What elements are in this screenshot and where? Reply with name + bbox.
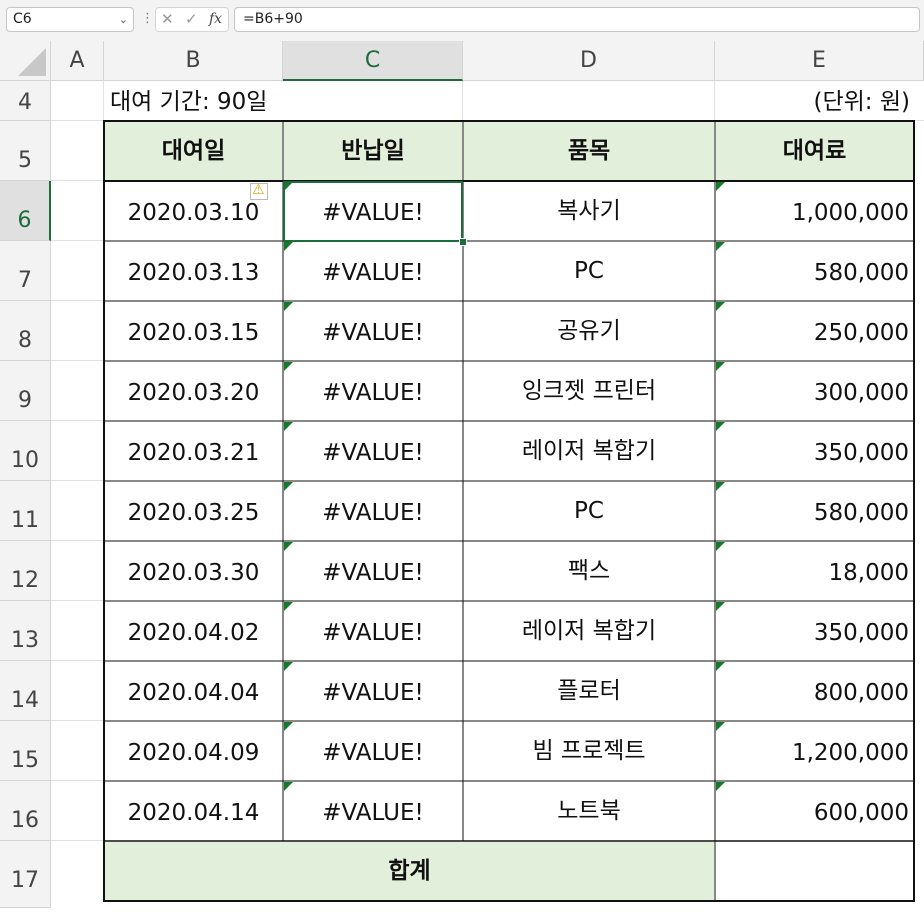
- error-indicator-icon: [716, 422, 725, 431]
- cell-item[interactable]: PC: [464, 242, 714, 301]
- fill-handle[interactable]: [459, 238, 467, 246]
- cell-return-date[interactable]: #VALUE!: [284, 242, 462, 301]
- error-indicator-icon: [284, 722, 293, 731]
- cell-return-date[interactable]: #VALUE!: [284, 302, 462, 361]
- cell-rent-date[interactable]: 2020.04.09: [105, 722, 282, 781]
- error-indicator-icon: [716, 482, 725, 491]
- cell-rent-date[interactable]: 2020.04.14: [105, 782, 282, 841]
- error-indicator-icon: [284, 362, 293, 371]
- error-warning-button[interactable]: ⚠: [250, 182, 268, 200]
- error-indicator-icon: [716, 662, 725, 671]
- cell-fee[interactable]: 350,000: [716, 602, 913, 661]
- cell-rent-date[interactable]: 2020.03.30: [105, 542, 282, 601]
- error-indicator-icon: [284, 242, 293, 251]
- error-indicator-icon: [716, 602, 725, 611]
- cell-fee[interactable]: 1,200,000: [716, 722, 913, 781]
- total-label[interactable]: 합계: [105, 842, 714, 900]
- warning-icon: ⚠: [252, 182, 265, 198]
- cell-rent-date[interactable]: 2020.03.20: [105, 362, 282, 421]
- error-indicator-icon: [284, 662, 293, 671]
- cell-fee[interactable]: 580,000: [716, 242, 913, 301]
- cell-item[interactable]: 공유기: [464, 302, 714, 361]
- error-indicator-icon: [284, 422, 293, 431]
- error-indicator-icon: [716, 362, 725, 371]
- cell-return-date[interactable]: #VALUE!: [284, 422, 462, 481]
- error-indicator-icon: [716, 722, 725, 731]
- error-indicator-icon: [284, 782, 293, 791]
- error-indicator-icon: [716, 542, 725, 551]
- cell-return-date[interactable]: #VALUE!: [284, 602, 462, 661]
- cell-fee[interactable]: 1,000,000: [716, 182, 913, 241]
- header-rent-date[interactable]: 대여일: [105, 122, 282, 180]
- total-value[interactable]: [716, 842, 913, 900]
- error-indicator-icon: [284, 482, 293, 491]
- cell-item[interactable]: 팩스: [464, 542, 714, 601]
- header-return-date[interactable]: 반납일: [284, 122, 462, 180]
- cell-return-date[interactable]: #VALUE!: [284, 542, 462, 601]
- cell-fee[interactable]: 300,000: [716, 362, 913, 421]
- cell-item[interactable]: 플로터: [464, 662, 714, 721]
- cell-item[interactable]: PC: [464, 482, 714, 541]
- error-indicator-icon: [284, 542, 293, 551]
- cell-item[interactable]: 레이저 복합기: [464, 602, 714, 661]
- cell-return-date[interactable]: #VALUE!: [284, 722, 462, 781]
- cell-item[interactable]: 레이저 복합기: [464, 422, 714, 481]
- cell-item[interactable]: 잉크젯 프린터: [464, 362, 714, 421]
- error-indicator-icon: [716, 302, 725, 311]
- active-cell-selection: [283, 181, 463, 242]
- cell-rent-date[interactable]: 2020.03.21: [105, 422, 282, 481]
- error-indicator-icon: [284, 602, 293, 611]
- cell-rent-date[interactable]: 2020.03.25: [105, 482, 282, 541]
- cell-item[interactable]: 노트북: [464, 782, 714, 841]
- cell-item[interactable]: 복사기: [464, 182, 714, 241]
- cell-return-date[interactable]: #VALUE!: [284, 482, 462, 541]
- cell-rent-date[interactable]: 2020.04.04: [105, 662, 282, 721]
- cell-fee[interactable]: 800,000: [716, 662, 913, 721]
- cell-fee[interactable]: 600,000: [716, 782, 913, 841]
- cell-return-date[interactable]: #VALUE!: [284, 362, 462, 421]
- cell-fee[interactable]: 250,000: [716, 302, 913, 361]
- cell-return-date[interactable]: #VALUE!: [284, 782, 462, 841]
- error-indicator-icon: [716, 182, 725, 191]
- error-indicator-icon: [716, 782, 725, 791]
- error-indicator-icon: [284, 302, 293, 311]
- cell-fee[interactable]: 350,000: [716, 422, 913, 481]
- header-item[interactable]: 품목: [464, 122, 714, 180]
- cell-rent-date[interactable]: 2020.03.13: [105, 242, 282, 301]
- cell-rent-date[interactable]: 2020.03.15: [105, 302, 282, 361]
- header-fee[interactable]: 대여료: [716, 122, 913, 180]
- cell-fee[interactable]: 18,000: [716, 542, 913, 601]
- cell-return-date[interactable]: #VALUE!: [284, 662, 462, 721]
- cell-rent-date[interactable]: 2020.04.02: [105, 602, 282, 661]
- error-indicator-icon: [716, 242, 725, 251]
- cell-fee[interactable]: 580,000: [716, 482, 913, 541]
- cell-item[interactable]: 빔 프로젝트: [464, 722, 714, 781]
